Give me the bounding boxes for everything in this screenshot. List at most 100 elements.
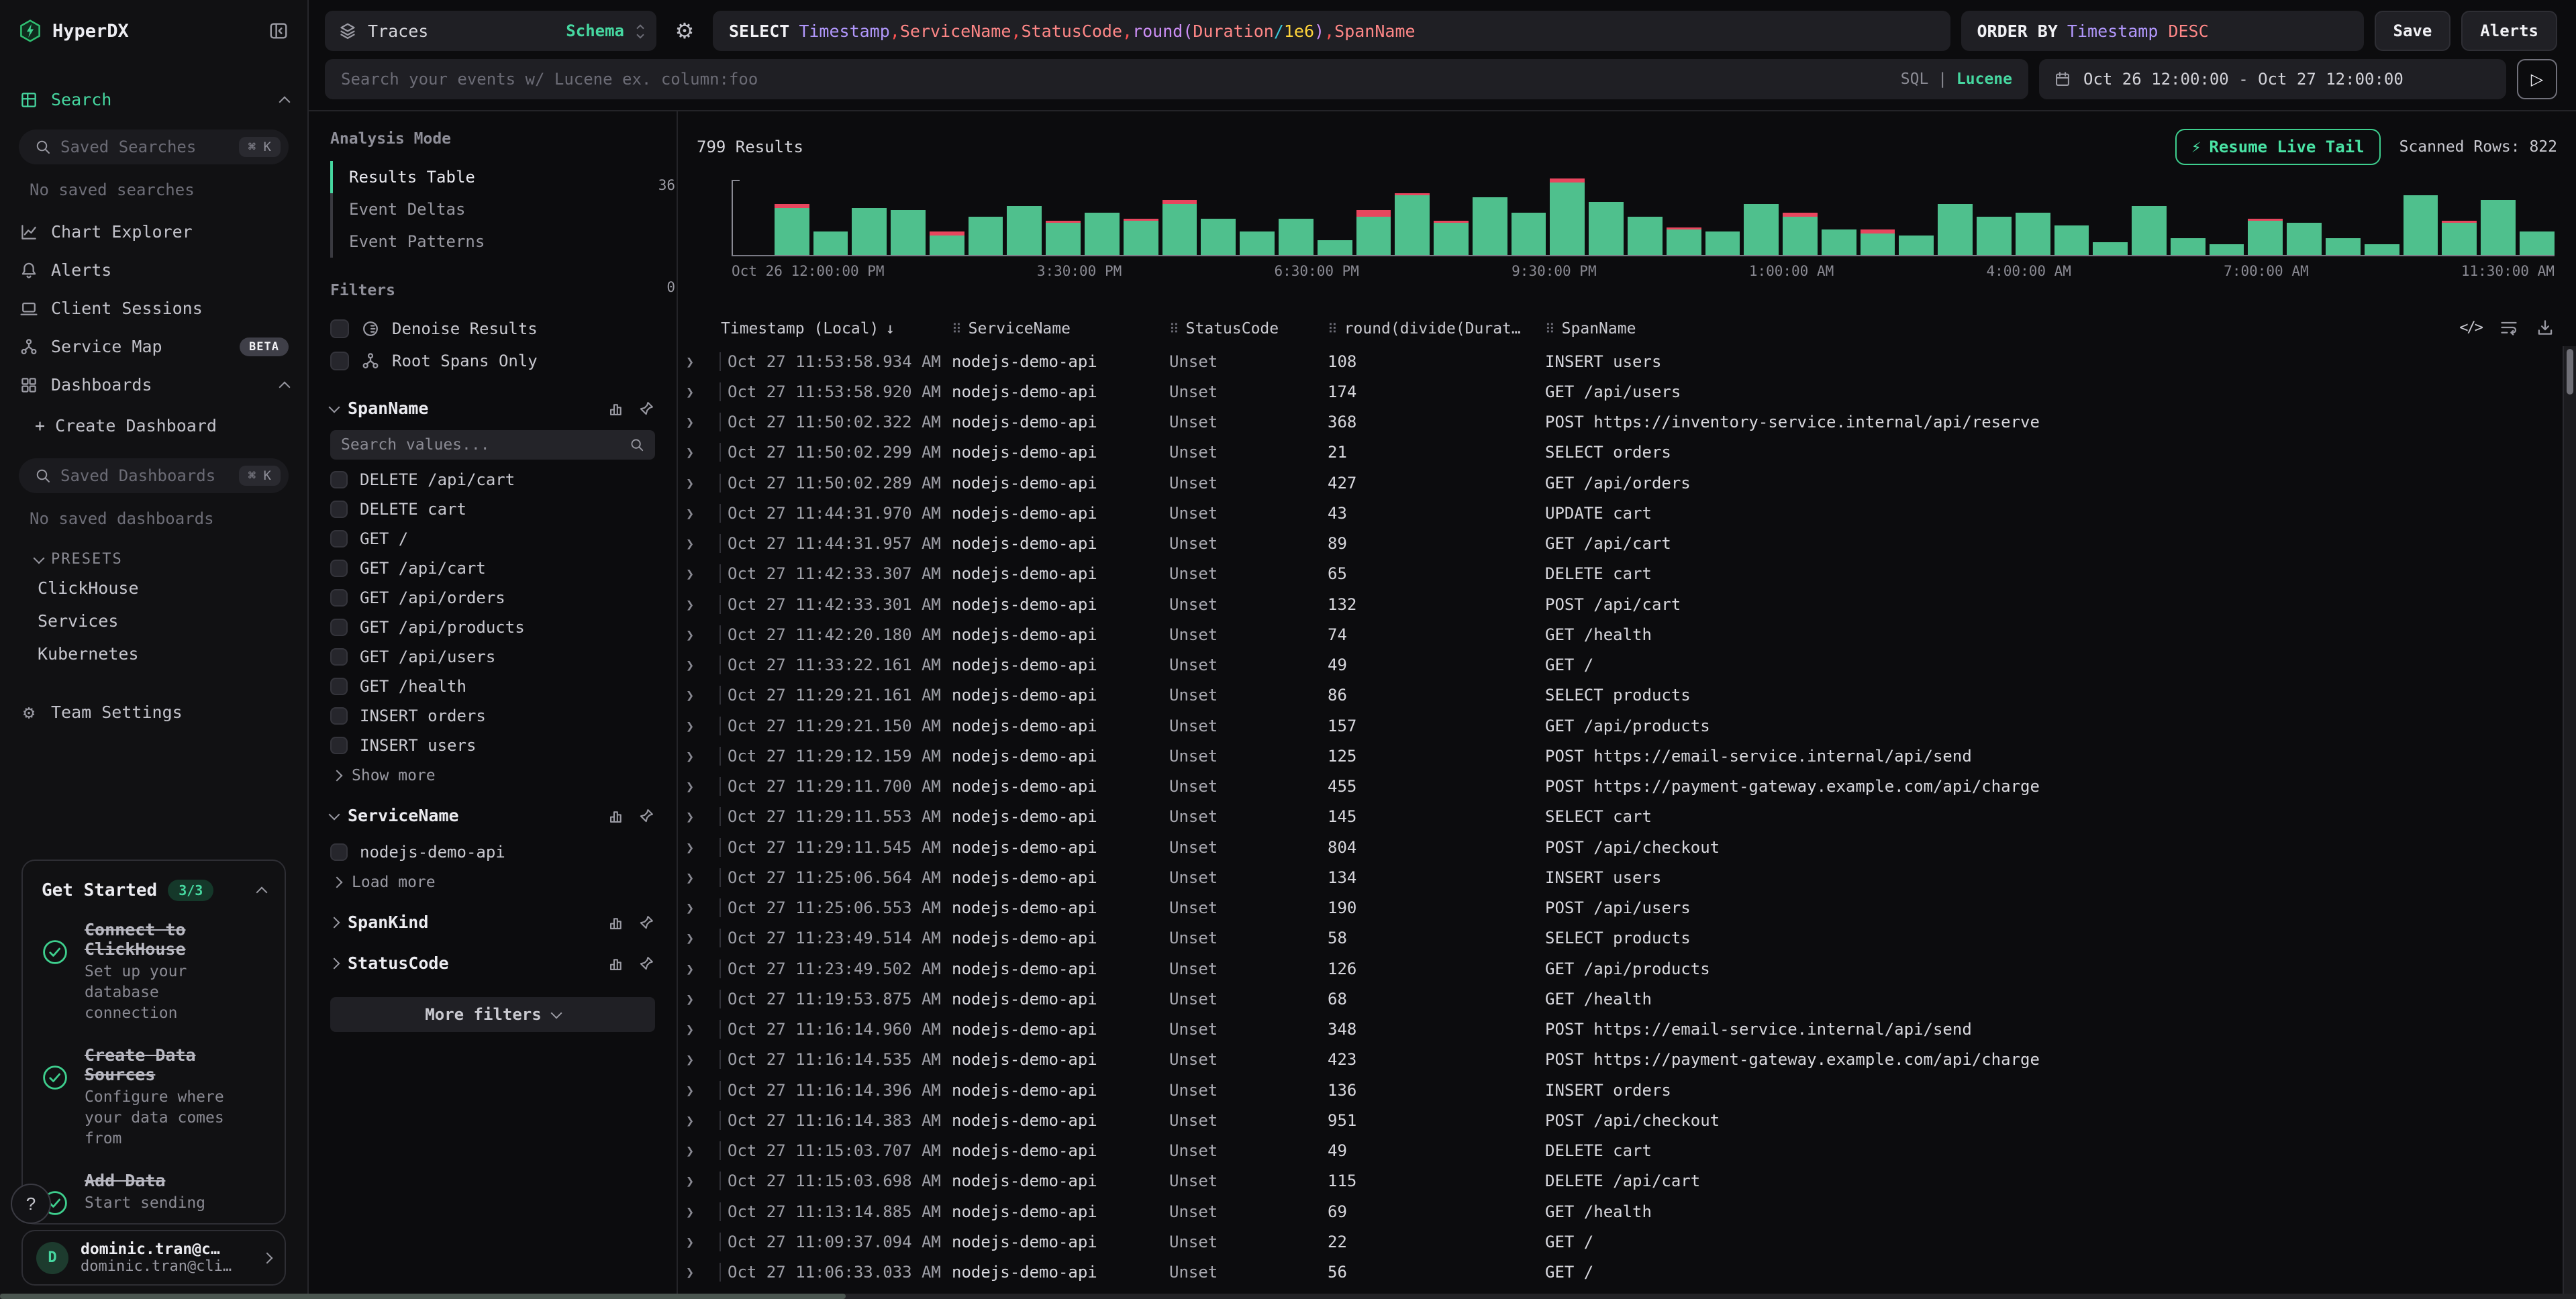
create-dashboard-button[interactable]: + Create Dashboard — [0, 404, 307, 448]
facet-value-row[interactable]: GET /api/users — [330, 642, 655, 672]
row-expand-icon[interactable]: ❯ — [686, 990, 721, 1008]
table-row[interactable]: ❯ Oct 27 11:15:03.698 AM nodejs-demo-api… — [678, 1166, 2563, 1196]
row-expand-icon[interactable]: ❯ — [686, 656, 721, 674]
facet-header[interactable]: SpanKind — [330, 913, 655, 932]
preset-item[interactable]: ClickHouse — [0, 572, 307, 605]
column-header-spanname[interactable]: ⠿ SpanName — [1545, 320, 2576, 337]
chart-bar[interactable] — [2132, 206, 2167, 255]
horizontal-scrollbar[interactable] — [0, 1294, 2576, 1299]
chart-bar[interactable] — [2442, 221, 2477, 255]
chart-bar[interactable] — [1046, 221, 1081, 255]
table-row[interactable]: ❯ Oct 27 11:33:22.161 AM nodejs-demo-api… — [678, 650, 2563, 680]
row-expand-icon[interactable]: ❯ — [686, 1233, 721, 1251]
table-row[interactable]: ❯ Oct 27 11:16:14.396 AM nodejs-demo-api… — [678, 1075, 2563, 1105]
sidebar-item-dashboards[interactable]: Dashboards — [0, 366, 307, 404]
row-expand-icon[interactable]: ❯ — [686, 807, 721, 826]
chart-bar[interactable] — [2481, 200, 2516, 255]
table-row[interactable]: ❯ Oct 27 11:42:33.307 AM nodejs-demo-api… — [678, 559, 2563, 589]
row-expand-icon[interactable]: ❯ — [686, 747, 721, 766]
drag-handle-icon[interactable]: ⠿ — [952, 321, 962, 337]
table-row[interactable]: ❯ Oct 27 11:50:02.322 AM nodejs-demo-api… — [678, 407, 2563, 437]
chart-bar[interactable] — [2520, 231, 2555, 255]
table-row[interactable]: ❯ Oct 27 11:15:03.707 AM nodejs-demo-api… — [678, 1136, 2563, 1166]
more-filters-button[interactable]: More filters — [330, 997, 655, 1032]
chart-bar[interactable] — [1085, 213, 1120, 255]
chart-bar[interactable] — [775, 204, 809, 255]
order-by-input[interactable]: ORDER BY Timestamp DESC — [1961, 11, 2364, 51]
chart-bar[interactable] — [1473, 197, 1507, 255]
chart-bar[interactable] — [2054, 225, 2089, 255]
analysis-mode-option[interactable]: Event Patterns — [330, 225, 655, 258]
chart-bar[interactable] — [1240, 231, 1275, 255]
row-expand-icon[interactable]: ❯ — [686, 625, 721, 644]
table-row[interactable]: ❯ Oct 27 11:42:20.180 AM nodejs-demo-api… — [678, 619, 2563, 650]
row-expand-icon[interactable]: ❯ — [686, 1202, 721, 1221]
column-header-servicename[interactable]: ⠿ ServiceName — [952, 320, 1169, 337]
facet-header[interactable]: ServiceName — [330, 806, 655, 825]
checkbox[interactable] — [330, 471, 348, 488]
chart-bar[interactable] — [2365, 244, 2399, 255]
chart-bar[interactable] — [1628, 217, 1663, 255]
chart-bar[interactable] — [1744, 204, 1779, 255]
checkbox[interactable] — [330, 530, 348, 548]
row-expand-icon[interactable]: ❯ — [686, 717, 721, 735]
presets-toggle[interactable]: PRESETS — [0, 541, 307, 572]
chart-bar[interactable] — [1512, 213, 1546, 255]
chart-bar[interactable] — [813, 231, 848, 255]
chart-bar[interactable] — [2016, 213, 2050, 255]
get-started-item[interactable]: Create Data Sources Configure where your… — [42, 1045, 266, 1149]
chart-bar[interactable] — [1977, 217, 2012, 255]
row-expand-icon[interactable]: ❯ — [686, 352, 721, 371]
chart-bar[interactable] — [2210, 244, 2244, 255]
chart-bar[interactable] — [2093, 242, 2128, 255]
table-row[interactable]: ❯ Oct 27 11:23:49.514 AM nodejs-demo-api… — [678, 923, 2563, 953]
table-row[interactable]: ❯ Oct 27 11:29:21.150 AM nodejs-demo-api… — [678, 711, 2563, 741]
table-row[interactable]: ❯ Oct 27 11:42:33.301 AM nodejs-demo-api… — [678, 589, 2563, 619]
checkbox[interactable] — [330, 560, 348, 577]
table-row[interactable]: ❯ Oct 27 11:16:14.535 AM nodejs-demo-api… — [678, 1045, 2563, 1075]
chart-bar[interactable] — [2287, 223, 2322, 255]
chart-bar[interactable] — [2326, 238, 2361, 255]
chart-bar[interactable] — [1124, 219, 1158, 255]
chart-bar[interactable] — [2171, 238, 2206, 255]
checkbox[interactable] — [330, 501, 348, 518]
table-row[interactable]: ❯ Oct 27 11:29:12.159 AM nodejs-demo-api… — [678, 741, 2563, 771]
chart-bar[interactable] — [1705, 231, 1740, 255]
table-row[interactable]: ❯ Oct 27 11:13:14.885 AM nodejs-demo-api… — [678, 1196, 2563, 1227]
checkbox[interactable] — [330, 319, 349, 338]
chart-bar[interactable] — [1279, 219, 1314, 255]
chart-bar[interactable] — [891, 210, 926, 255]
chart-bar[interactable] — [1783, 213, 1818, 255]
facet-value-row[interactable]: DELETE /api/cart — [330, 465, 655, 495]
chart-bar[interactable] — [1201, 219, 1236, 255]
bar-chart-icon[interactable] — [608, 807, 626, 825]
chart-bar[interactable] — [1589, 202, 1624, 255]
row-expand-icon[interactable]: ❯ — [686, 686, 721, 705]
facet-value-row[interactable]: INSERT users — [330, 731, 655, 760]
table-row[interactable]: ❯ Oct 27 11:25:06.564 AM nodejs-demo-api… — [678, 862, 2563, 892]
table-row[interactable]: ❯ Oct 27 11:29:11.700 AM nodejs-demo-api… — [678, 772, 2563, 802]
checkbox[interactable] — [330, 648, 348, 666]
sql-mode-label[interactable]: SQL — [1901, 70, 1929, 88]
table-row[interactable]: ❯ Oct 27 11:19:53.875 AM nodejs-demo-api… — [678, 984, 2563, 1014]
sidebar-item-client-sessions[interactable]: Client Sessions — [0, 289, 307, 327]
row-expand-icon[interactable]: ❯ — [686, 1263, 721, 1282]
preset-item[interactable]: Kubernetes — [0, 637, 307, 670]
pin-icon[interactable] — [638, 400, 655, 417]
chart-bar[interactable] — [1434, 221, 1469, 255]
checkbox[interactable] — [330, 707, 348, 725]
bar-chart-icon[interactable] — [608, 955, 626, 972]
chart-bar[interactable] — [1007, 206, 1042, 255]
checkbox[interactable] — [330, 589, 348, 607]
row-expand-icon[interactable]: ❯ — [686, 1172, 721, 1190]
resume-live-tail-button[interactable]: ⚡ Resume Live Tail — [2175, 129, 2381, 165]
alerts-button[interactable]: Alerts — [2461, 11, 2557, 51]
drag-handle-icon[interactable]: ⠿ — [1169, 321, 1179, 337]
facet-header[interactable]: SpanName — [330, 399, 655, 418]
scrollbar-thumb[interactable] — [2567, 349, 2573, 395]
checkbox[interactable] — [330, 619, 348, 636]
bar-chart-icon[interactable] — [608, 914, 626, 931]
facet-value-row[interactable]: GET /api/orders — [330, 583, 655, 613]
pin-icon[interactable] — [638, 914, 655, 931]
checkbox[interactable] — [330, 352, 349, 370]
